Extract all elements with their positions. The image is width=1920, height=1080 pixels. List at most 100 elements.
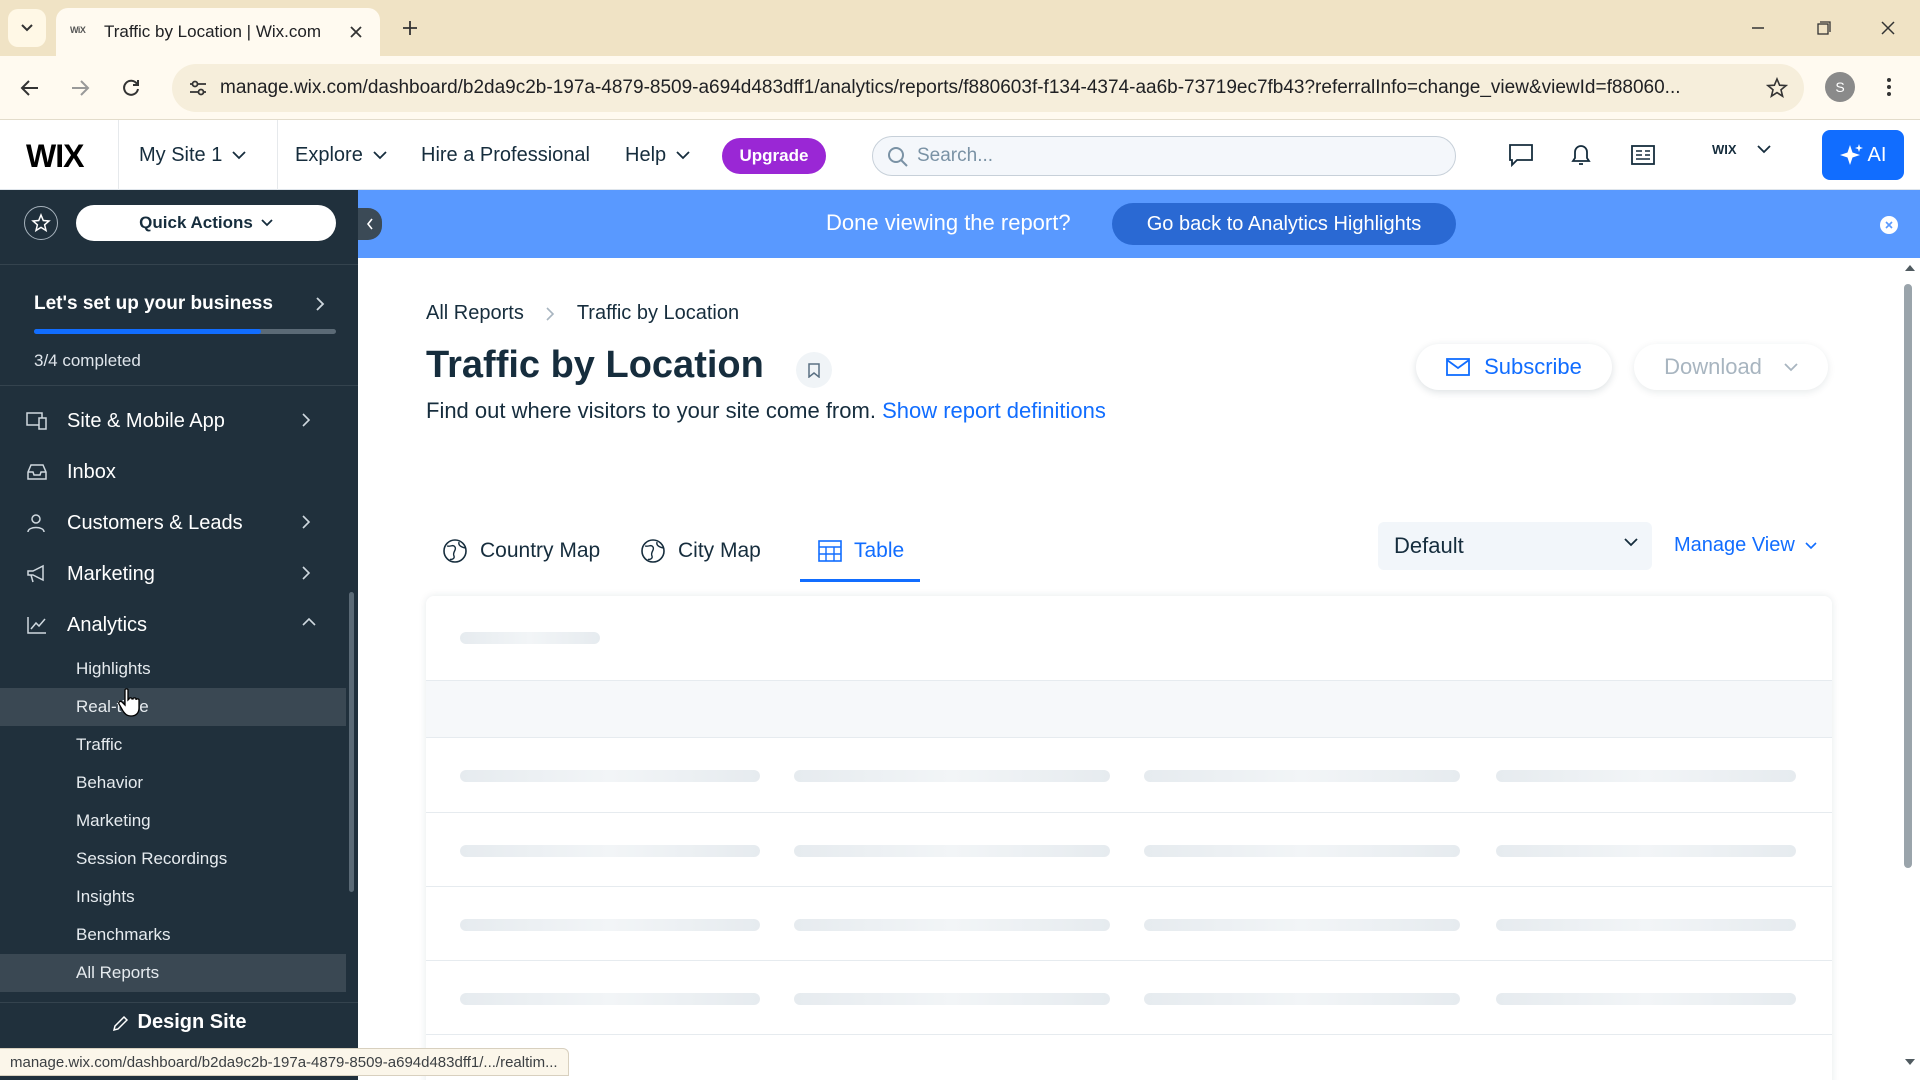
chevron-down-icon [1624,538,1638,547]
subscribe-button[interactable]: Subscribe [1416,344,1612,390]
setup-business-card[interactable]: Let's set up your business 3/4 completed [0,264,358,386]
site-selector[interactable]: My Site 1 [118,120,278,190]
setup-title: Let's set up your business [34,293,273,314]
forward-icon[interactable] [62,70,98,106]
hire-label: Hire a Professional [421,143,590,166]
scroll-down-arrow-icon[interactable] [1904,1056,1916,1068]
sidebar-sub-marketing[interactable]: Marketing [0,802,346,840]
chevron-down-icon [373,150,387,159]
sidebar-sub-all-reports[interactable]: All Reports [0,954,346,992]
subscribe-label: Subscribe [1484,354,1582,379]
reload-icon[interactable] [113,70,149,106]
browser-menu-icon[interactable] [1874,72,1904,102]
help-menu[interactable]: Help [625,120,690,190]
back-icon[interactable] [12,70,48,106]
hire-professional-link[interactable]: Hire a Professional [421,120,590,190]
show-definitions-link[interactable]: Show report definitions [882,398,1106,423]
sidebar-item-analytics[interactable]: Analytics [0,600,358,650]
site-settings-icon[interactable] [188,78,208,98]
bookmark-star-icon[interactable] [1766,77,1788,99]
setup-progress-fill [34,329,261,334]
browser-tab-active[interactable]: WiX Traffic by Location | Wix.com [56,8,380,56]
quick-actions-button[interactable]: Quick Actions [76,205,336,241]
tab-label: Country Map [480,539,601,562]
scroll-up-arrow-icon[interactable] [1904,262,1916,274]
skeleton-cell [460,770,760,782]
sidebar-sub-benchmarks[interactable]: Benchmarks [0,916,346,954]
profile-avatar[interactable]: S [1825,72,1855,102]
sidebar-sub-real-time[interactable]: Real-time [0,688,346,726]
bookmark-report-icon[interactable] [796,352,832,388]
new-tab-icon[interactable] [396,14,424,42]
row-divider [426,812,1832,813]
back-to-highlights-button[interactable]: Go back to Analytics Highlights [1112,203,1456,245]
globe-icon [443,539,467,563]
tab-city-map[interactable]: City Map [640,520,761,582]
address-bar[interactable]: manage.wix.com/dashboard/b2da9c2b-197a-4… [172,64,1804,112]
sidebar-sub-insights[interactable]: Insights [0,878,346,916]
sidebar-item-inbox[interactable]: Inbox [0,447,358,497]
search-input[interactable]: Search... [872,136,1456,176]
restore-icon[interactable] [1806,10,1842,46]
url-text: manage.wix.com/dashboard/b2da9c2b-197a-4… [220,77,1681,98]
tab-close-icon[interactable] [346,22,366,42]
sidebar-item-marketing[interactable]: Marketing [0,549,358,599]
page-subtitle: Find out where visitors to your site com… [426,398,1106,424]
upgrade-button[interactable]: Upgrade [722,138,826,174]
wix-top-bar: WIX My Site 1 Explore Hire a Professiona… [0,120,1920,190]
wix-logo[interactable]: WIX [26,138,84,175]
breadcrumb-all-reports[interactable]: All Reports [426,302,524,325]
tab-search-button[interactable] [8,9,46,47]
account-menu[interactable]: WIX [1712,142,1771,157]
design-site-button[interactable]: Design Site [0,1002,358,1042]
skeleton-cell [1144,993,1460,1005]
close-window-icon[interactable] [1870,10,1906,46]
manage-view-menu[interactable]: Manage View [1674,534,1817,557]
tab-country-map[interactable]: Country Map [442,520,600,582]
collapse-sidebar-button[interactable] [358,208,382,240]
sidebar-sub-behavior[interactable]: Behavior [0,764,346,802]
tab-title: Traffic by Location | Wix.com [104,22,321,41]
quick-actions-label: Quick Actions [139,213,253,232]
site-app-icon [26,412,47,430]
sidebar-item-site-mobile-app[interactable]: Site & Mobile App [0,396,358,446]
skeleton-cell [794,845,1110,857]
chevron-down-icon [232,150,246,159]
chevron-up-icon [302,617,316,626]
sidebar-sub-highlights[interactable]: Highlights [0,650,346,688]
sidebar-item-label: Marketing [67,562,155,585]
table-icon [818,540,842,562]
minimize-icon[interactable] [1740,10,1776,46]
breadcrumb: All Reports Traffic by Location [426,302,739,325]
skeleton-cell [460,993,760,1005]
messages-icon[interactable] [1506,140,1536,170]
tab-table[interactable]: Table [799,520,921,582]
help-label: Help [625,143,667,166]
sidebar-scrollbar[interactable] [349,592,354,892]
view-select[interactable]: Default [1378,522,1652,570]
chevron-right-icon [302,413,311,427]
main-scrollbar-thumb[interactable] [1904,284,1912,868]
explore-menu[interactable]: Explore [295,120,387,190]
pencil-icon [112,1015,128,1031]
sidebar-sub-session-recordings[interactable]: Session Recordings [0,840,346,878]
chevron-down-icon [1784,362,1798,371]
skeleton-cell [1496,919,1796,931]
skeleton-cell [1496,993,1796,1005]
notifications-bell-icon[interactable] [1566,140,1596,170]
sidebar-item-label: Customers & Leads [67,511,243,534]
banner-close-icon[interactable] [1880,216,1898,234]
view-select-value: Default [1394,533,1464,558]
news-feed-icon[interactable] [1628,140,1658,170]
setup-status: 3/4 completed [34,351,141,370]
ai-assistant-button[interactable]: AI [1822,130,1904,180]
favorites-star-icon[interactable] [24,206,58,240]
ai-label: AI [1867,143,1887,166]
download-label: Download [1664,354,1762,379]
sidebar-item-label: Site & Mobile App [67,409,225,432]
wix-favicon-icon: WiX [70,25,86,35]
sidebar-sub-traffic[interactable]: Traffic [0,726,346,764]
sidebar-item-customers-leads[interactable]: Customers & Leads [0,498,358,548]
download-button[interactable]: Download [1634,344,1828,390]
chevron-right-icon [302,566,311,580]
